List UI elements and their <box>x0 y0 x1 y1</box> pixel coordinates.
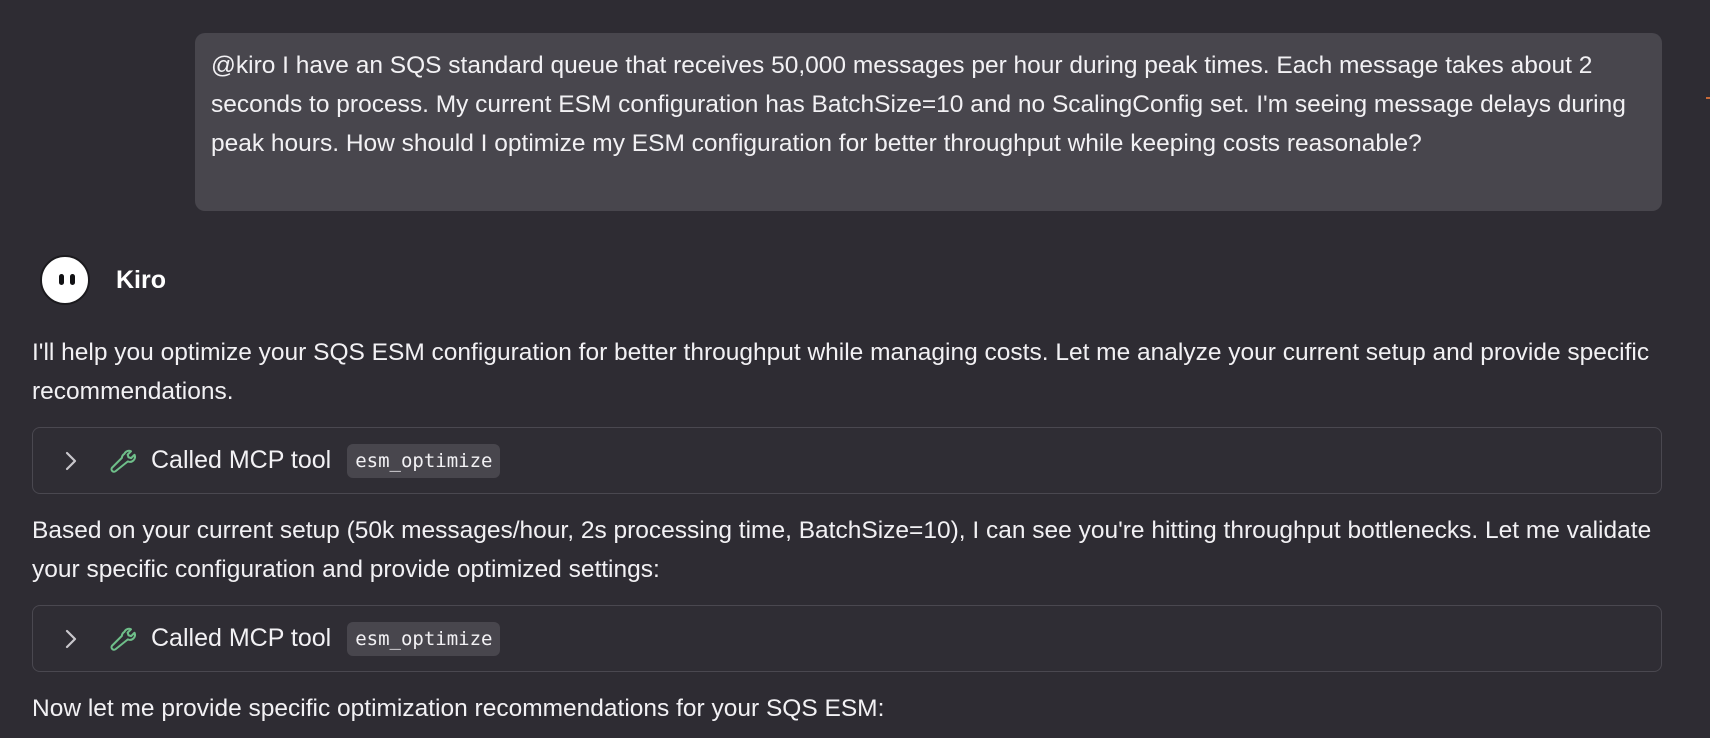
chevron-right-icon[interactable] <box>53 451 89 471</box>
assistant-paragraph: Now let me provide specific optimization… <box>32 695 885 722</box>
tool-call-label: Called MCP tool <box>151 624 332 652</box>
chat-panel: @kiro I have an SQS standard queue that … <box>0 0 1710 738</box>
user-message-text: @kiro I have an SQS standard queue that … <box>211 52 1626 157</box>
assistant-paragraph: I'll help you optimize your SQS ESM conf… <box>32 339 1650 405</box>
tool-name-code: esm_optimize <box>347 443 501 478</box>
tool-call-collapsible[interactable]: Called MCP tool esm_optimize <box>32 427 1662 494</box>
kiro-avatar-icon <box>40 255 90 305</box>
chevron-right-icon[interactable] <box>53 629 89 649</box>
assistant-paragraph: Based on your current setup (50k message… <box>32 517 1652 583</box>
tool-call-label: Called MCP tool <box>151 446 332 474</box>
window-edge-indicator <box>1706 97 1710 99</box>
tool-call-collapsible[interactable]: Called MCP tool esm_optimize <box>32 605 1662 672</box>
assistant-name: Kiro <box>116 265 166 294</box>
tool-name-code: esm_optimize <box>347 621 501 656</box>
user-message-bubble: @kiro I have an SQS standard queue that … <box>195 33 1662 211</box>
assistant-header: Kiro <box>40 253 166 307</box>
wrench-icon <box>105 623 137 655</box>
wrench-icon <box>105 445 137 477</box>
